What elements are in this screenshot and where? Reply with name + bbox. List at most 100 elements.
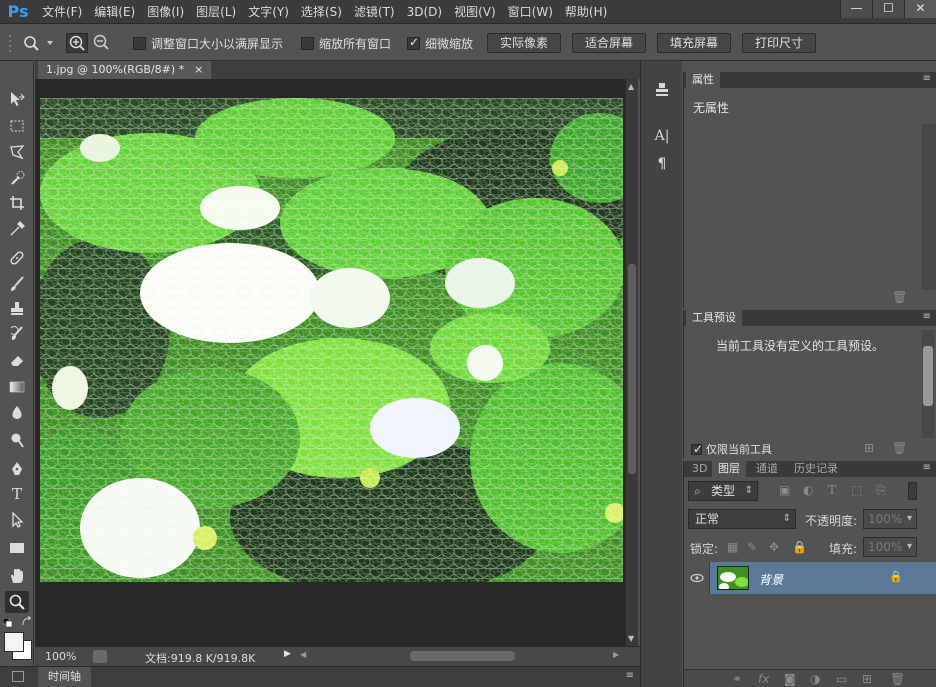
zoom-in-icon[interactable] xyxy=(66,33,88,53)
tab-layers[interactable]: 图层 xyxy=(712,461,746,477)
new-group-icon[interactable]: ▭ xyxy=(836,672,847,686)
filter-adjustment-icon[interactable]: ◐ xyxy=(803,483,813,497)
default-colors-icon[interactable] xyxy=(2,617,13,631)
eraser-tool-icon[interactable] xyxy=(5,349,29,371)
tab-tool-presets[interactable]: 工具预设 xyxy=(686,310,742,326)
menu-file[interactable]: 文件(F) xyxy=(36,0,88,24)
link-layers-icon[interactable]: ⚭ xyxy=(732,672,742,686)
dodge-tool-icon[interactable] xyxy=(5,429,29,451)
hand-tool-icon[interactable] xyxy=(5,565,29,587)
actual-pixels-button[interactable]: 实际像素 xyxy=(487,33,561,53)
menu-image[interactable]: 图像(I) xyxy=(141,0,190,24)
layer-row[interactable]: 背景 🔒 xyxy=(684,562,936,594)
new-layer-icon[interactable]: ⊞ xyxy=(862,672,872,686)
properties-scrollbar[interactable] xyxy=(922,124,936,290)
filter-toggle[interactable] xyxy=(908,482,917,500)
path-selection-tool-icon[interactable] xyxy=(5,509,29,531)
trash-icon[interactable]: 🗑 xyxy=(892,441,907,455)
maximize-button[interactable]: ☐ xyxy=(872,0,904,18)
lasso-tool-icon[interactable] xyxy=(5,141,29,163)
lock-transparent-icon[interactable]: ▦ xyxy=(727,540,738,554)
tab-properties[interactable]: 属性 xyxy=(686,72,720,88)
lock-position-icon[interactable]: ✥ xyxy=(769,540,779,554)
crop-tool-icon[interactable] xyxy=(5,192,29,214)
scroll-left-icon[interactable]: ◀ xyxy=(300,650,306,659)
rectangle-tool-icon[interactable] xyxy=(5,537,29,559)
pen-tool-icon[interactable] xyxy=(5,458,29,480)
close-button[interactable]: ✕ xyxy=(904,0,936,18)
menu-layer[interactable]: 图层(L) xyxy=(190,0,242,24)
tab-channels[interactable]: 通道 xyxy=(750,461,784,477)
panel-menu-icon[interactable]: ≡ xyxy=(626,670,634,681)
status-menu-arrow-icon[interactable]: ▶ xyxy=(284,649,291,659)
layer-name[interactable]: 背景 xyxy=(759,571,783,588)
minimize-button[interactable]: — xyxy=(840,0,872,18)
zoom-tool-preset-picker[interactable] xyxy=(20,33,56,53)
scroll-up-icon[interactable]: ▲ xyxy=(628,82,634,91)
gradient-tool-icon[interactable] xyxy=(5,376,29,398)
adjustment-layer-icon[interactable]: ◑ xyxy=(810,672,820,686)
lock-all-icon[interactable]: 🔒 xyxy=(792,540,807,554)
opacity-input[interactable]: 100% ▾ xyxy=(863,509,917,529)
move-tool-icon[interactable] xyxy=(5,88,29,110)
zoom-out-icon[interactable] xyxy=(91,33,113,53)
export-icon[interactable] xyxy=(93,650,107,663)
panel-menu-icon[interactable]: ≡ xyxy=(923,73,931,84)
panel-menu-icon[interactable]: ≡ xyxy=(923,462,931,473)
timeline-toggle-icon[interactable] xyxy=(12,671,24,682)
panel-menu-icon[interactable]: ≡ xyxy=(923,311,931,322)
current-tool-only-checkbox[interactable]: 仅限当前工具 xyxy=(691,441,772,457)
add-mask-icon[interactable]: ◙ xyxy=(784,672,796,686)
blur-tool-icon[interactable] xyxy=(5,402,29,424)
print-size-button[interactable]: 打印尺寸 xyxy=(742,33,816,53)
new-preset-icon[interactable]: ⊞ xyxy=(864,441,874,455)
menu-view[interactable]: 视图(V) xyxy=(448,0,502,24)
vertical-scrollbar[interactable]: ▲ ▼ xyxy=(625,79,638,646)
swap-colors-icon[interactable] xyxy=(21,615,32,630)
horizontal-scroll-thumb[interactable] xyxy=(410,651,515,661)
history-brush-tool-icon[interactable] xyxy=(5,323,29,345)
fx-icon[interactable]: fx xyxy=(758,672,769,686)
menu-edit[interactable]: 编辑(E) xyxy=(88,0,141,24)
filter-smart-object-icon[interactable]: ⎘ xyxy=(876,483,886,498)
filter-type-icon[interactable]: T xyxy=(828,483,836,497)
menu-window[interactable]: 窗口(W) xyxy=(502,0,559,24)
zoom-all-windows-checkbox[interactable]: 缩放所有窗口 xyxy=(301,35,391,52)
layer-filter-select[interactable]: ⌕ 类型 ⇕ xyxy=(688,481,758,501)
marquee-tool-icon[interactable] xyxy=(5,115,29,137)
paragraph-panel-icon[interactable]: ¶ xyxy=(651,153,673,175)
fill-input[interactable]: 100% ▾ xyxy=(863,537,917,557)
presets-scroll-thumb[interactable] xyxy=(923,346,933,406)
document-image[interactable] xyxy=(40,98,623,582)
blend-mode-select[interactable]: 正常 ⇕ xyxy=(688,509,796,529)
timeline-tab[interactable]: 时间轴 xyxy=(38,667,91,687)
canvas-area[interactable] xyxy=(35,79,625,646)
close-tab-icon[interactable]: × xyxy=(194,61,203,79)
resize-windows-checkbox[interactable]: 调整窗口大小以满屏显示 xyxy=(133,35,283,52)
trash-icon[interactable]: 🗑 xyxy=(890,672,905,686)
clone-stamp-tool-icon[interactable] xyxy=(5,298,29,320)
menu-help[interactable]: 帮助(H) xyxy=(559,0,613,24)
eyedropper-tool-icon[interactable] xyxy=(5,218,29,240)
menu-type[interactable]: 文字(Y) xyxy=(242,0,295,24)
visibility-toggle[interactable] xyxy=(684,562,710,594)
lock-pixels-icon[interactable]: ✎ xyxy=(747,540,757,554)
quick-selection-tool-icon[interactable] xyxy=(5,167,29,189)
menu-select[interactable]: 选择(S) xyxy=(295,0,348,24)
menu-filter[interactable]: 滤镜(T) xyxy=(348,0,401,24)
type-tool-icon[interactable]: T xyxy=(5,483,29,505)
document-tab[interactable]: 1.jpg @ 100%(RGB/8#) * × xyxy=(38,61,212,79)
healing-brush-tool-icon[interactable] xyxy=(5,247,29,269)
menu-3d[interactable]: 3D(D) xyxy=(401,0,448,24)
zoom-tool-icon[interactable] xyxy=(5,591,29,613)
scroll-down-icon[interactable]: ▼ xyxy=(628,634,634,643)
presets-scrollbar[interactable] xyxy=(922,330,934,438)
clone-source-icon[interactable] xyxy=(651,81,673,103)
scroll-right-icon[interactable]: ▶ xyxy=(613,650,619,659)
zoom-level[interactable]: 100% xyxy=(45,650,76,663)
fill-screen-button[interactable]: 填充屏幕 xyxy=(657,33,731,53)
tab-history[interactable]: 历史记录 xyxy=(788,461,844,477)
filter-pixel-icon[interactable]: ▣ xyxy=(779,483,790,497)
trash-icon[interactable]: 🗑 xyxy=(892,290,907,304)
brush-tool-icon[interactable] xyxy=(5,273,29,295)
